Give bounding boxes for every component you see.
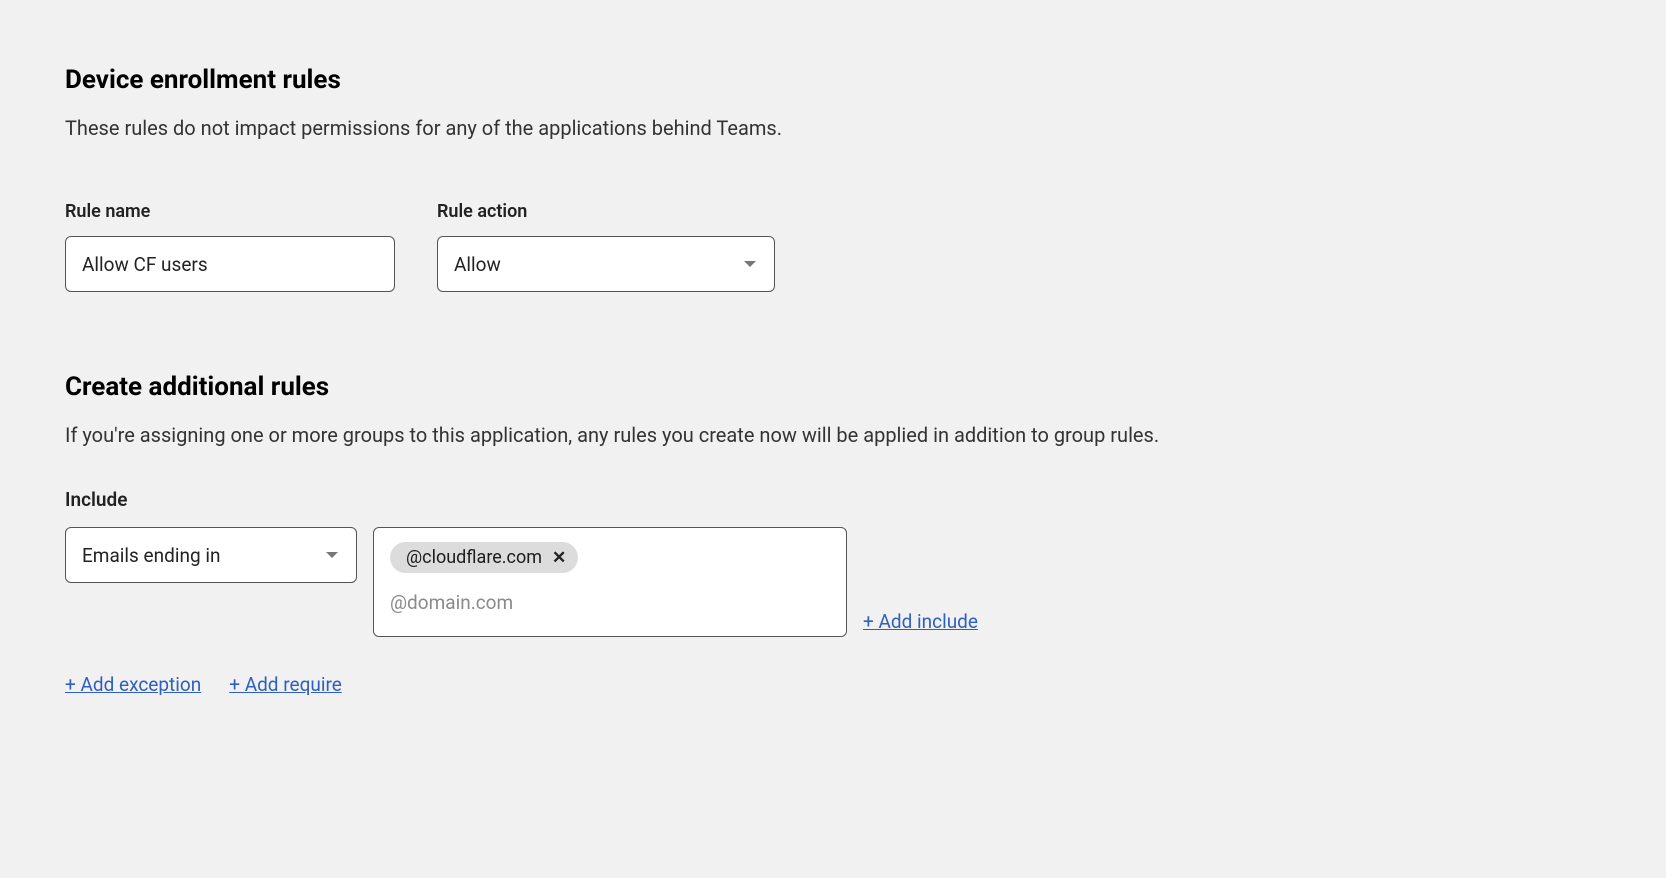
tag-pill: @cloudflare.com ✕ xyxy=(390,542,578,573)
rule-name-group: Rule name xyxy=(65,201,395,292)
include-label: Include xyxy=(65,488,1601,511)
include-row: Emails ending in @cloudflare.com ✕ + Add… xyxy=(65,527,1601,637)
add-include-button[interactable]: + Add include xyxy=(863,610,978,633)
add-include-wrap: + Add include xyxy=(863,527,978,637)
rule-action-label: Rule action xyxy=(437,201,775,222)
rule-action-group: Rule action Allow xyxy=(437,201,775,292)
enrollment-title: Device enrollment rules xyxy=(65,65,1601,95)
bottom-links: + Add exception + Add require xyxy=(65,673,1601,696)
additional-title: Create additional rules xyxy=(65,372,1601,402)
include-tags-input[interactable]: @cloudflare.com ✕ xyxy=(373,527,847,637)
rule-name-input[interactable] xyxy=(65,236,395,292)
close-icon[interactable]: ✕ xyxy=(552,549,566,566)
include-selector-wrapper: Emails ending in xyxy=(65,527,357,583)
add-require-button[interactable]: + Add require xyxy=(229,673,342,696)
additional-description: If you're assigning one or more groups t… xyxy=(65,420,1601,450)
tag-text: @cloudflare.com xyxy=(406,547,542,568)
rule-name-label: Rule name xyxy=(65,201,395,222)
rule-fields-row: Rule name Rule action Allow xyxy=(65,201,1601,292)
add-exception-button[interactable]: + Add exception xyxy=(65,673,201,696)
rule-action-select-wrapper: Allow xyxy=(437,236,775,292)
include-value-input[interactable] xyxy=(390,591,830,614)
enrollment-description: These rules do not impact permissions fo… xyxy=(65,113,1601,143)
rule-action-select[interactable]: Allow xyxy=(437,236,775,292)
include-selector[interactable]: Emails ending in xyxy=(65,527,357,583)
